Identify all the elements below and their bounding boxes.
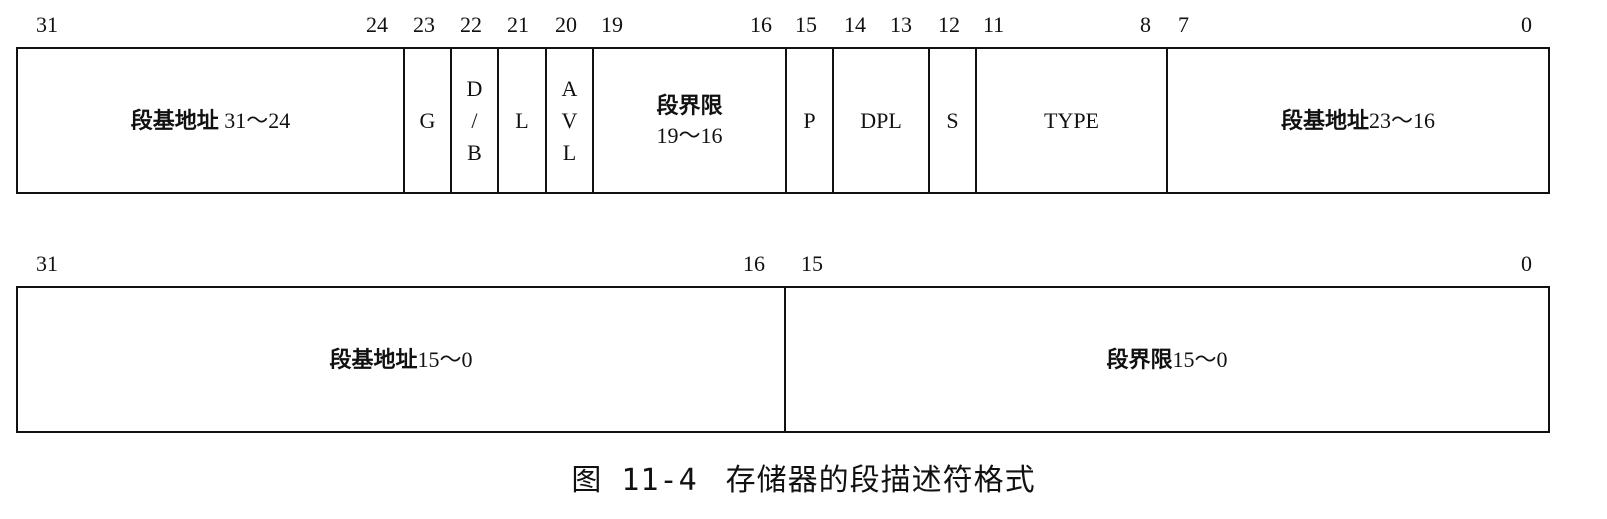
- field-type-label: TYPE: [1044, 107, 1099, 133]
- bit-15-label: 15: [795, 12, 817, 37]
- field-dpl: DPL: [832, 49, 928, 192]
- row2-bit-15-label: 15: [801, 251, 823, 276]
- field-base-23-16: 段基地址 23～16: [1166, 49, 1548, 192]
- bit-8-label: 8: [1140, 12, 1151, 37]
- field-db-slash: /: [471, 107, 478, 133]
- bit-7-label: 7: [1178, 12, 1189, 37]
- field-g-label: G: [419, 107, 436, 133]
- field-limit-15-0: 段界限 15～0: [784, 288, 1548, 431]
- field-base-15-0-name: 段基地址: [329, 346, 418, 372]
- field-dpl-label: DPL: [860, 107, 902, 133]
- bit-12-label: 12: [938, 12, 960, 37]
- row2-bit-16-label: 16: [743, 251, 765, 276]
- field-base-31-24: 段基地址 31～24: [18, 49, 403, 192]
- field-avl-l: L: [562, 139, 577, 165]
- descriptor-high-dword: 段基地址 31～24 G D / B L A V L 段界限 19～16 P D…: [16, 47, 1550, 194]
- field-base-31-24-range: 31～24: [224, 107, 291, 133]
- field-limit-19-16-range: 19～16: [656, 122, 723, 148]
- field-limit-15-0-range: 15～0: [1172, 346, 1228, 372]
- bit-21-label: 21: [507, 12, 529, 37]
- bit-0-label: 0: [1521, 12, 1532, 37]
- field-db: D / B: [450, 49, 497, 192]
- field-limit-19-16: 段界限 19～16: [592, 49, 785, 192]
- bit-19-label: 19: [601, 12, 623, 37]
- figure-title: 存储器的段描述符格式: [725, 463, 1036, 498]
- field-base-15-0: 段基地址 15～0: [18, 288, 784, 431]
- field-avl: A V L: [545, 49, 592, 192]
- bit-22-label: 22: [460, 12, 482, 37]
- bit-13-label: 13: [890, 12, 912, 37]
- field-avl-v: V: [561, 107, 578, 133]
- field-base-31-24-name: 段基地址: [130, 107, 219, 133]
- field-limit-15-0-name: 段界限: [1106, 346, 1173, 372]
- bit-23-label: 23: [413, 12, 435, 37]
- row2-bit-0-label: 0: [1521, 251, 1532, 276]
- field-base-15-0-range: 15～0: [417, 346, 473, 372]
- bit-24-label: 24: [366, 12, 388, 37]
- field-s: S: [928, 49, 975, 192]
- field-base-23-16-name: 段基地址: [1280, 107, 1369, 133]
- bit-14-label: 14: [844, 12, 866, 37]
- field-p: P: [785, 49, 832, 192]
- bit-11-label: 11: [983, 12, 1005, 37]
- field-l: L: [497, 49, 545, 192]
- field-s-label: S: [946, 107, 959, 133]
- bit-20-label: 20: [555, 12, 577, 37]
- row2-bit-31-label: 31: [36, 251, 58, 276]
- field-db-d: D: [466, 75, 483, 101]
- field-p-label: P: [803, 107, 816, 133]
- bit-16-label: 16: [750, 12, 772, 37]
- figure-number: 图 11-4: [571, 463, 698, 498]
- field-avl-a: A: [561, 75, 578, 101]
- field-db-b: B: [467, 139, 482, 165]
- field-l-label: L: [515, 107, 529, 133]
- figure-caption: 图 11-4 存储器的段描述符格式: [0, 455, 1607, 499]
- field-limit-19-16-name: 段界限: [656, 92, 723, 118]
- field-base-23-16-range: 23～16: [1369, 107, 1436, 133]
- bit-31-label: 31: [36, 12, 58, 37]
- field-type: TYPE: [975, 49, 1166, 192]
- descriptor-low-dword: 段基地址 15～0 段界限 15～0: [16, 286, 1550, 433]
- field-g: G: [403, 49, 450, 192]
